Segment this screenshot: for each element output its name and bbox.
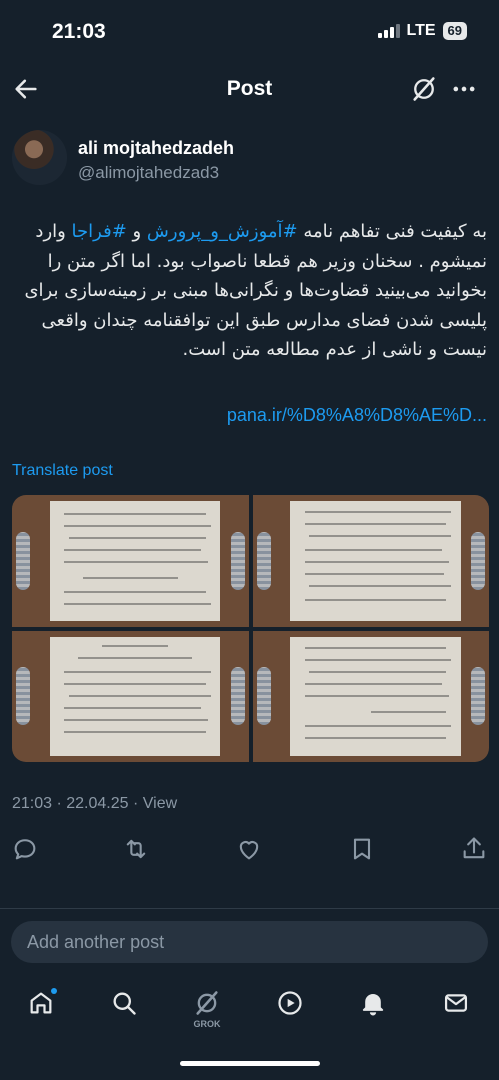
reply-placeholder: Add another post [27,932,165,952]
repost-icon[interactable] [122,835,150,863]
messages-icon [444,994,468,1012]
search-icon [113,992,136,1015]
post-text-intro: به کیفیت فنی تفاهم نامه [297,221,487,242]
grok-icon[interactable] [410,75,438,103]
nav-messages[interactable] [436,985,476,1025]
like-icon[interactable] [235,835,263,863]
divider [0,908,499,909]
grok-icon [196,991,218,1015]
bottom-nav: GROK [0,975,499,1040]
media-grid [12,495,489,762]
bookmark-icon[interactable] [348,835,376,863]
notification-dot [51,988,57,994]
share-icon[interactable] [460,835,488,863]
media-image[interactable] [252,630,489,762]
top-bar: Post [0,66,499,112]
status-time: 21:03 [52,20,106,43]
post-timestamp: 21:03 · 22.04.25 · View [12,795,178,812]
post-text: به کیفیت فنی تفاهم نامه #آموزش_و_پرورش و… [12,217,487,365]
post-actions [0,832,499,866]
post-author: ali mojtahedzadeh @alimojtahedzad3 [12,130,487,190]
video-icon [278,991,302,1015]
nav-search[interactable] [104,985,144,1025]
status-indicators: LTE 69 [377,22,467,40]
home-indicator[interactable] [180,1061,320,1066]
grok-label: GROK [193,1019,221,1029]
nav-grok[interactable]: GROK [187,985,227,1029]
media-image[interactable] [12,630,249,762]
post-url-link[interactable]: pana.ir/%D8%A8%D8%AE%D... [12,405,487,426]
home-icon [30,992,52,1014]
media-image[interactable] [12,495,249,627]
hashtag-link[interactable]: #فراجا [72,221,127,242]
author-name[interactable]: ali mojtahedzadeh [78,138,234,159]
post-text-and: و [126,221,147,242]
nav-home[interactable] [21,985,61,1025]
battery-icon: 69 [442,22,467,40]
notifications-icon [362,994,384,1016]
network-label: LTE [406,22,436,39]
signal-icon [377,24,400,38]
more-options-icon[interactable] [450,75,478,103]
status-bar: 21:03 LTE 69 [0,0,499,66]
reply-input[interactable]: Add another post [11,921,488,963]
media-image[interactable] [252,495,489,627]
nav-notifications[interactable] [353,985,393,1025]
avatar[interactable] [12,130,67,185]
author-handle: @alimojtahedzad3 [78,163,220,182]
hashtag-link[interactable]: #آموزش_و_پرورش [147,221,298,242]
nav-video[interactable] [270,985,310,1025]
translate-post-link[interactable]: Translate post [12,462,113,480]
reply-icon[interactable] [11,835,39,863]
